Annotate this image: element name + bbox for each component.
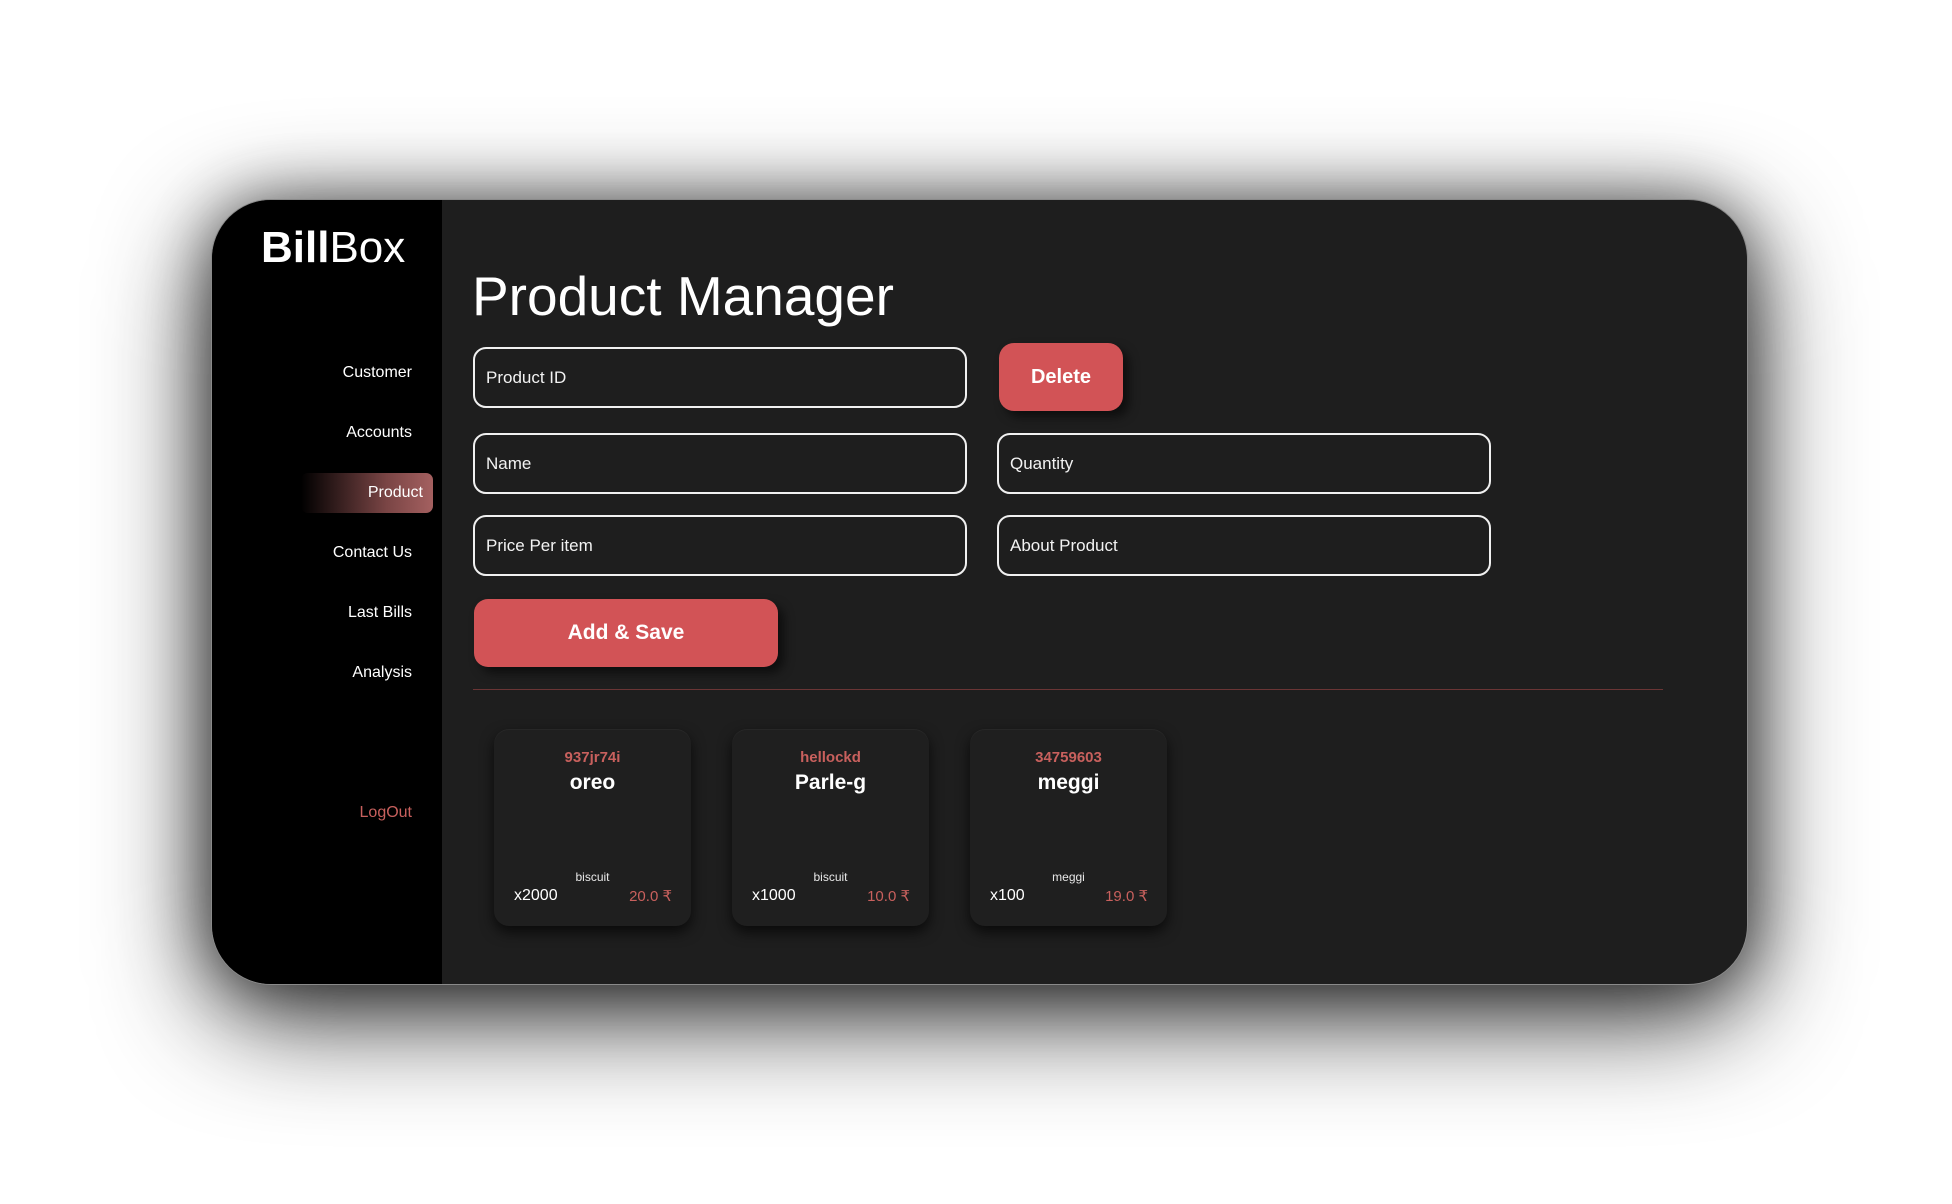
name-input[interactable]	[473, 433, 967, 494]
brand-name-light: Box	[329, 223, 406, 272]
about-product-input[interactable]	[997, 515, 1491, 576]
product-price: 19.0 ₹	[1105, 888, 1148, 905]
sidebar-item-customer[interactable]: Customer	[333, 353, 422, 393]
sidebar-item-analysis[interactable]: Analysis	[342, 653, 422, 693]
product-id: 34759603	[1035, 749, 1102, 766]
product-price: 20.0 ₹	[629, 888, 672, 905]
sidebar-item-accounts[interactable]: Accounts	[336, 413, 422, 453]
sidebar-item-contact-us[interactable]: Contact Us	[323, 533, 422, 573]
product-quantity: x100	[990, 887, 1025, 904]
product-card[interactable]: hellockd Parle-g biscuit x1000 10.0 ₹	[732, 729, 929, 926]
product-id: hellockd	[800, 749, 861, 766]
price-per-item-input[interactable]	[473, 515, 967, 576]
main-content: Product Manager Delete Add & Save 937jr7…	[442, 200, 1747, 984]
product-card[interactable]: 937jr74i oreo biscuit x2000 20.0 ₹	[494, 729, 691, 926]
add-save-button[interactable]: Add & Save	[474, 599, 778, 667]
product-name: Parle-g	[794, 771, 867, 794]
brand-logo: BillBox	[261, 222, 405, 275]
sidebar: BillBox Customer Accounts Product Contac…	[212, 200, 442, 984]
product-quantity: x2000	[514, 887, 558, 904]
product-id-input[interactable]	[473, 347, 967, 408]
divider	[473, 689, 1663, 690]
product-card[interactable]: 34759603 meggi meggi x100 19.0 ₹	[970, 729, 1167, 926]
page-title: Product Manager	[472, 265, 894, 327]
product-id: 937jr74i	[564, 749, 621, 766]
product-quantity: x1000	[752, 887, 796, 904]
sidebar-item-product[interactable]: Product	[301, 473, 433, 513]
logout-link[interactable]: LogOut	[350, 793, 422, 833]
app-window: BillBox Customer Accounts Product Contac…	[211, 199, 1748, 985]
sidebar-item-last-bills[interactable]: Last Bills	[338, 593, 422, 633]
product-about: biscuit	[575, 870, 610, 884]
quantity-input[interactable]	[997, 433, 1491, 494]
product-name: oreo	[569, 771, 616, 794]
product-about: meggi	[1052, 870, 1085, 884]
delete-button[interactable]: Delete	[999, 343, 1123, 411]
product-name: meggi	[1037, 771, 1100, 794]
brand-name-bold: Bill	[261, 223, 330, 272]
product-price: 10.0 ₹	[867, 888, 910, 905]
product-about: biscuit	[813, 870, 848, 884]
